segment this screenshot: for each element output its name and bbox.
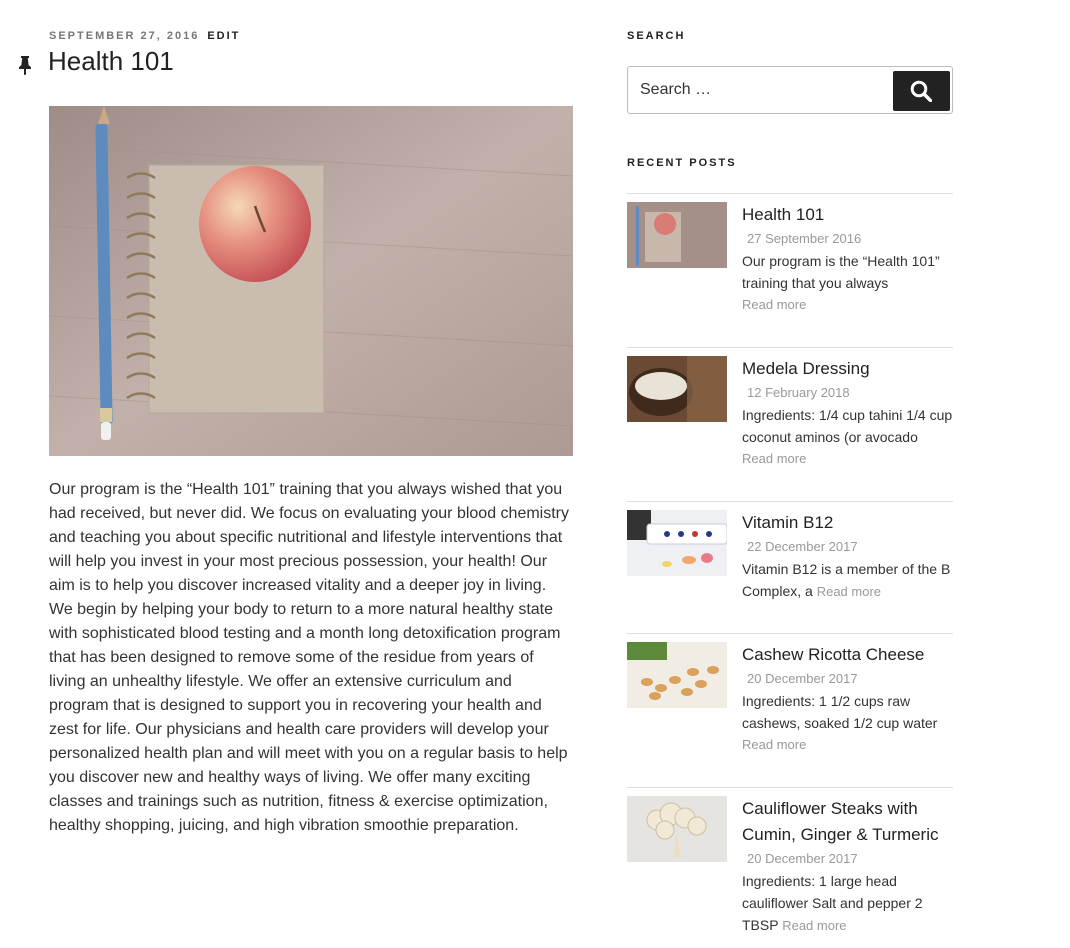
recent-post-thumbnail[interactable] bbox=[627, 510, 727, 576]
recent-post-title[interactable]: Cauliflower Steaks with Cumin, Ginger & … bbox=[742, 796, 954, 848]
edit-link[interactable]: EDIT bbox=[207, 30, 240, 42]
post-meta: SEPTEMBER 27, 2016 EDIT bbox=[49, 30, 240, 42]
read-more-link[interactable]: Read more bbox=[782, 918, 846, 933]
recent-post-title[interactable]: Medela Dressing bbox=[742, 356, 954, 382]
search-button[interactable] bbox=[893, 71, 950, 111]
search-icon bbox=[910, 80, 932, 102]
recent-post-title[interactable]: Cashew Ricotta Cheese bbox=[742, 642, 954, 668]
recent-post-excerpt: Vitamin B12 is a member of the B Complex… bbox=[742, 558, 954, 603]
recent-post-title[interactable]: Vitamin B12 bbox=[742, 510, 954, 536]
recent-post-date: 27 September 2016 bbox=[747, 231, 862, 246]
recent-post-excerpt: Our program is the “Health 101” training… bbox=[742, 253, 940, 291]
recent-post-item: Health 101 27 September 2016 Our program… bbox=[627, 193, 953, 312]
read-more-link[interactable]: Read more bbox=[742, 297, 806, 312]
read-more-link[interactable]: Read more bbox=[742, 737, 806, 752]
recent-post-item: Medela Dressing 12 February 2018 Ingredi… bbox=[627, 347, 953, 466]
recent-post-thumbnail[interactable] bbox=[627, 796, 727, 862]
recent-post-date: 22 December 2017 bbox=[747, 539, 858, 554]
post-title[interactable]: Health 101 bbox=[48, 46, 174, 77]
recent-post-title[interactable]: Health 101 bbox=[742, 202, 954, 228]
recent-posts-title: RECENT POSTS bbox=[627, 157, 737, 169]
read-more-link[interactable]: Read more bbox=[817, 584, 881, 599]
pushpin-icon bbox=[19, 56, 31, 75]
search-input[interactable] bbox=[628, 67, 893, 113]
post-content: Our program is the “Health 101” training… bbox=[49, 481, 569, 834]
read-more-link[interactable]: Read more bbox=[742, 451, 806, 466]
recent-post-thumbnail[interactable] bbox=[627, 356, 727, 422]
search-widget-title: SEARCH bbox=[627, 30, 686, 42]
recent-post-excerpt: Ingredients: 1/4 cup tahini 1/4 cup coco… bbox=[742, 407, 953, 445]
recent-post-item: Cauliflower Steaks with Cumin, Ginger & … bbox=[627, 787, 953, 933]
post-date-link[interactable]: SEPTEMBER 27, 2016 bbox=[49, 30, 199, 42]
recent-post-thumbnail[interactable] bbox=[627, 642, 727, 708]
featured-image bbox=[49, 106, 573, 456]
recent-post-item: Vitamin B12 22 December 2017 Vitamin B12… bbox=[627, 501, 953, 599]
recent-post-thumbnail[interactable] bbox=[627, 202, 727, 268]
recent-post-date: 20 December 2017 bbox=[747, 671, 858, 686]
recent-post-excerpt: Ingredients: 1 large head cauliflower Sa… bbox=[742, 870, 954, 937]
recent-post-date: 20 December 2017 bbox=[747, 851, 858, 866]
search-form bbox=[627, 66, 953, 114]
recent-post-excerpt: Ingredients: 1 1/2 cups raw cashews, soa… bbox=[742, 693, 938, 731]
recent-post-item: Cashew Ricotta Cheese 20 December 2017 I… bbox=[627, 633, 953, 752]
recent-post-date: 12 February 2018 bbox=[747, 385, 850, 400]
